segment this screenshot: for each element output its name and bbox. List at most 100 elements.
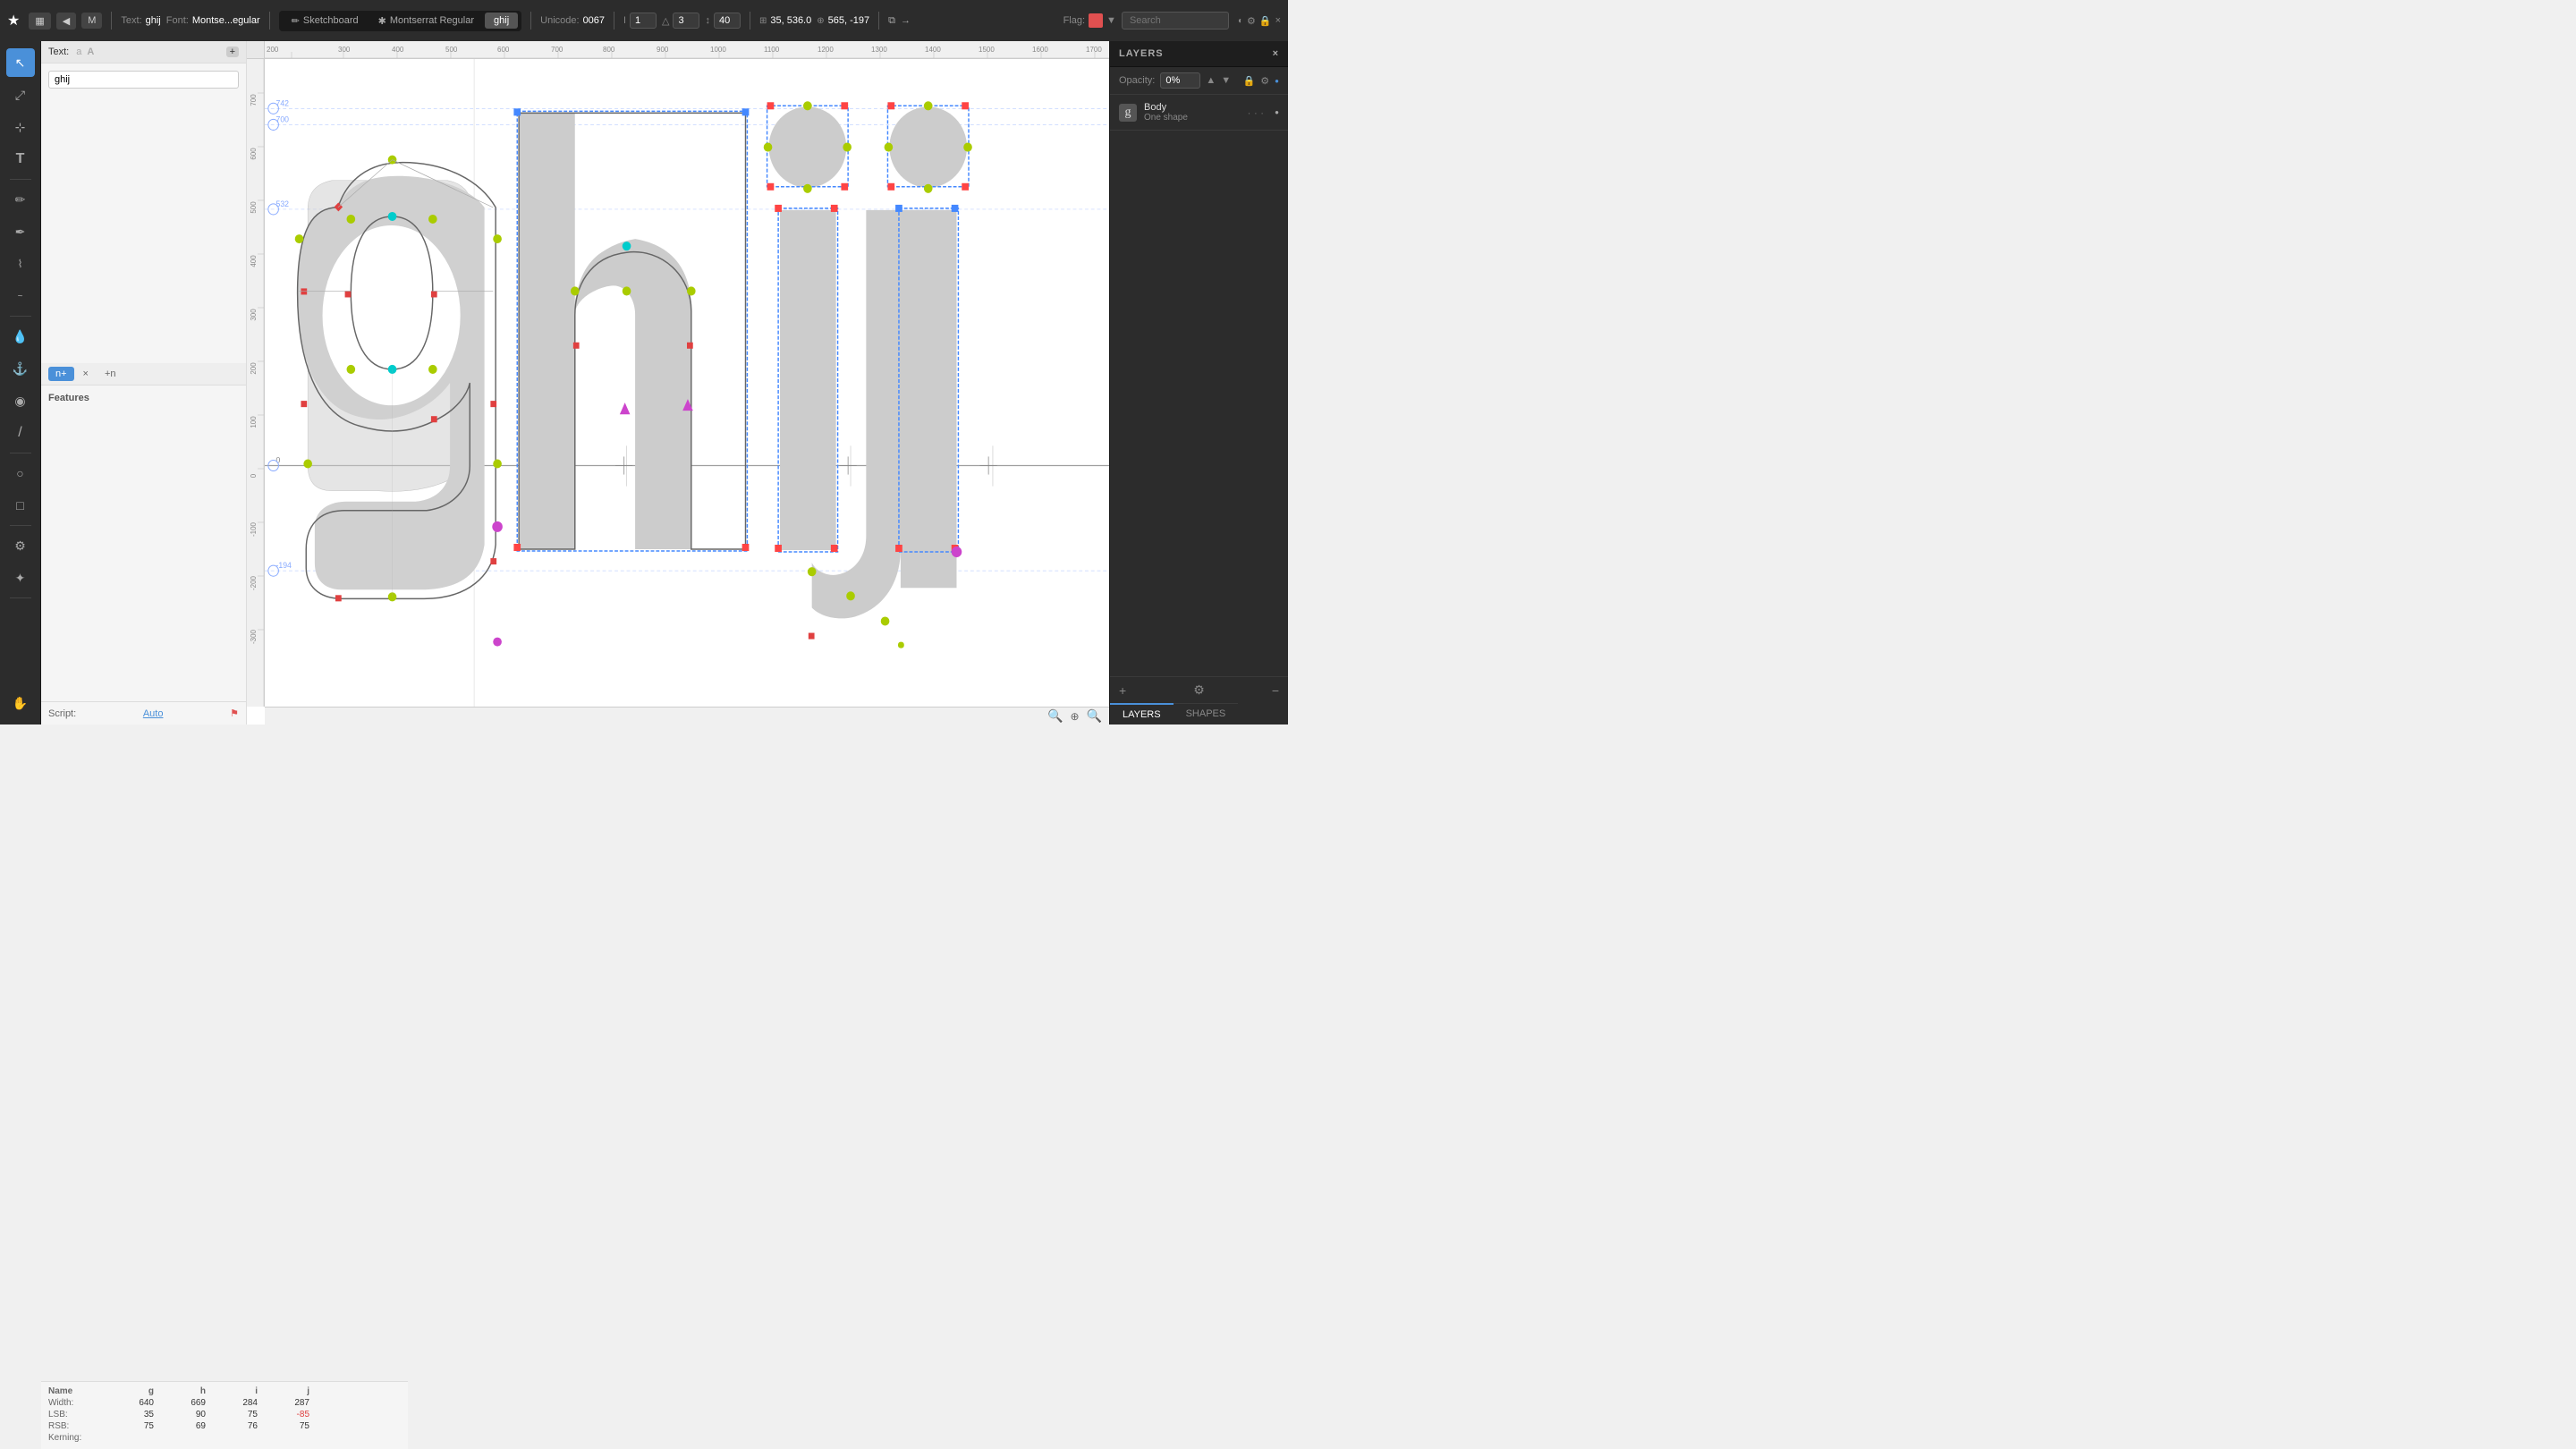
panel-tab-plus-n[interactable]: +n bbox=[97, 367, 123, 381]
rsb-i[interactable]: 76 bbox=[213, 1421, 258, 1431]
text-tool[interactable]: T bbox=[6, 145, 35, 174]
tab-n-plus-label: n+ bbox=[55, 369, 67, 379]
back-button[interactable]: ◀ bbox=[56, 13, 76, 30]
select-tool[interactable]: ↖ bbox=[6, 48, 35, 77]
metrics-table: Name g h i j Width: 640 669 284 287 LSB:… bbox=[41, 1381, 408, 1449]
rectangle-tool[interactable]: □ bbox=[6, 491, 35, 520]
svg-text:500: 500 bbox=[250, 201, 258, 214]
pen-tool[interactable]: ✒ bbox=[6, 217, 35, 246]
left-toolbar: ↖ ⤢ ⊹ T ✏ ✒ ⌇ ~ 💧 ⚓ ◉ / ○ □ ⚙ ✦ ✋ bbox=[0, 41, 41, 724]
settings-icon-header[interactable]: ⚙ bbox=[1247, 15, 1256, 27]
add-text-button[interactable]: + bbox=[226, 47, 239, 57]
transform-tool[interactable]: ⤢ bbox=[6, 80, 35, 109]
layer-dots: · · · bbox=[1248, 106, 1265, 119]
panel-tab-n-plus[interactable]: n+ bbox=[48, 367, 74, 381]
stack-icon[interactable]: ⧉ bbox=[888, 15, 895, 27]
kerning-i[interactable] bbox=[213, 1433, 258, 1443]
height-input[interactable] bbox=[714, 13, 741, 29]
close-panel-icon[interactable]: × bbox=[1273, 48, 1279, 59]
metrics-col-j: j bbox=[265, 1386, 309, 1396]
angle-input[interactable] bbox=[673, 13, 699, 29]
layer-sub: One shape bbox=[1144, 113, 1241, 123]
settings-icon[interactable]: ⚙ bbox=[1260, 75, 1269, 87]
fill-tool[interactable]: ◉ bbox=[6, 386, 35, 415]
smooth-tool[interactable]: ~ bbox=[6, 282, 35, 310]
search-input[interactable] bbox=[1122, 12, 1229, 30]
brush-tool[interactable]: ⌇ bbox=[6, 250, 35, 278]
size-input[interactable] bbox=[630, 13, 657, 29]
hand-tool[interactable]: ✋ bbox=[6, 689, 35, 717]
zoom-out-button[interactable]: 🔍 bbox=[1047, 708, 1063, 724]
width-g[interactable]: 640 bbox=[109, 1398, 154, 1408]
width-h[interactable]: 669 bbox=[161, 1398, 206, 1408]
close-window-icon[interactable]: × bbox=[1275, 15, 1281, 26]
lock-icon[interactable]: 🔒 bbox=[1243, 75, 1256, 87]
panel-tab-close[interactable]: × bbox=[76, 367, 96, 381]
unicode-value: 0067 bbox=[583, 15, 605, 26]
layout-button[interactable]: ▦ bbox=[29, 13, 50, 30]
star-icon[interactable]: ★ bbox=[7, 12, 20, 30]
zoom-in-button[interactable]: 🔍 bbox=[1087, 708, 1102, 724]
svg-text:700: 700 bbox=[276, 114, 290, 123]
width-j[interactable]: 287 bbox=[265, 1398, 309, 1408]
flag-dropdown-icon[interactable]: ▼ bbox=[1106, 15, 1116, 26]
knife-tool[interactable]: / bbox=[6, 419, 35, 447]
size-field: Ⅰ bbox=[623, 13, 657, 29]
mode-button[interactable]: M bbox=[81, 13, 102, 29]
flag-script-icon[interactable]: ⚑ bbox=[230, 708, 239, 719]
width-i[interactable]: 284 bbox=[213, 1398, 258, 1408]
separator-2 bbox=[269, 12, 270, 30]
panel-a-small[interactable]: a bbox=[76, 47, 81, 57]
anchor-tool[interactable]: ⚓ bbox=[6, 354, 35, 383]
right-panel-empty bbox=[1110, 131, 1288, 676]
tab-sketchboard[interactable]: ✏ Sketchboard bbox=[283, 13, 368, 30]
lsb-h[interactable]: 90 bbox=[161, 1410, 206, 1419]
arrow-icon[interactable]: → bbox=[901, 15, 911, 26]
pencil-tool[interactable]: ✏ bbox=[6, 185, 35, 214]
rsb-j[interactable]: 75 bbox=[265, 1421, 309, 1431]
canvas-content[interactable]: 742 700 532 0 -194 bbox=[265, 59, 1109, 707]
opacity-input[interactable] bbox=[1160, 72, 1200, 89]
add-layer-button[interactable]: + bbox=[1119, 683, 1126, 698]
opacity-stepper-up[interactable]: ▲ bbox=[1206, 75, 1216, 86]
rsb-g[interactable]: 75 bbox=[109, 1421, 154, 1431]
layer-item-body[interactable]: g Body One shape · · · ● bbox=[1110, 95, 1288, 131]
rsb-h[interactable]: 69 bbox=[161, 1421, 206, 1431]
kerning-g[interactable] bbox=[109, 1433, 154, 1443]
flag-color-indicator[interactable] bbox=[1089, 13, 1103, 28]
eyedropper-tool[interactable]: 💧 bbox=[6, 322, 35, 351]
script-value[interactable]: Auto bbox=[143, 708, 164, 719]
lsb-j[interactable]: -85 bbox=[265, 1410, 309, 1419]
lsb-g[interactable]: 35 bbox=[109, 1410, 154, 1419]
remove-layer-button[interactable]: − bbox=[1272, 683, 1279, 698]
top-bar: ★ ▦ ◀ M Text: ghij Font: Montse...egular… bbox=[0, 0, 1288, 41]
tab-layers[interactable]: LAYERS bbox=[1110, 703, 1174, 724]
tab-shapes[interactable]: SHAPES bbox=[1174, 703, 1239, 724]
opacity-stepper-down[interactable]: ▼ bbox=[1221, 75, 1231, 86]
zoom-fit-button[interactable]: ⊕ bbox=[1071, 710, 1080, 723]
lsb-i[interactable]: 75 bbox=[213, 1410, 258, 1419]
height-icon: ↕ bbox=[705, 15, 710, 26]
svg-text:600: 600 bbox=[250, 148, 258, 160]
measure-tool[interactable]: ⊹ bbox=[6, 113, 35, 141]
metrics-header-row: Name g h i j bbox=[48, 1386, 401, 1396]
tab-montserrat[interactable]: ✱ Montserrat Regular bbox=[369, 13, 483, 30]
text-content-input[interactable] bbox=[48, 71, 239, 89]
canvas-bottom-bar: 🔍 ⊕ 🔍 bbox=[265, 707, 1109, 724]
lock-icon-header[interactable]: 🔒 bbox=[1259, 15, 1272, 27]
panel-a-caps[interactable]: A bbox=[87, 47, 94, 57]
opacity-icon-header: ◐ bbox=[1238, 16, 1243, 26]
circle-tool[interactable]: ○ bbox=[6, 459, 35, 487]
kerning-h[interactable] bbox=[161, 1433, 206, 1443]
gear-tool[interactable]: ⚙ bbox=[6, 531, 35, 560]
kerning-j[interactable] bbox=[265, 1433, 309, 1443]
layer-settings-button[interactable]: ⚙ bbox=[1193, 682, 1205, 698]
svg-text:200: 200 bbox=[267, 46, 279, 54]
tab-montserrat-label: Montserrat Regular bbox=[390, 15, 474, 26]
canvas-area[interactable]: 200 300 400 500 600 700 800 bbox=[247, 41, 1109, 724]
right-panel: LAYERS × Opacity: ▲ ▼ 🔒 ⚙ ● g Body One s… bbox=[1109, 41, 1288, 724]
svg-text:700: 700 bbox=[250, 94, 258, 106]
star-shape-tool[interactable]: ✦ bbox=[6, 564, 35, 592]
tab-ghij[interactable]: ghij bbox=[485, 13, 518, 29]
tool-separator-4 bbox=[10, 525, 31, 526]
